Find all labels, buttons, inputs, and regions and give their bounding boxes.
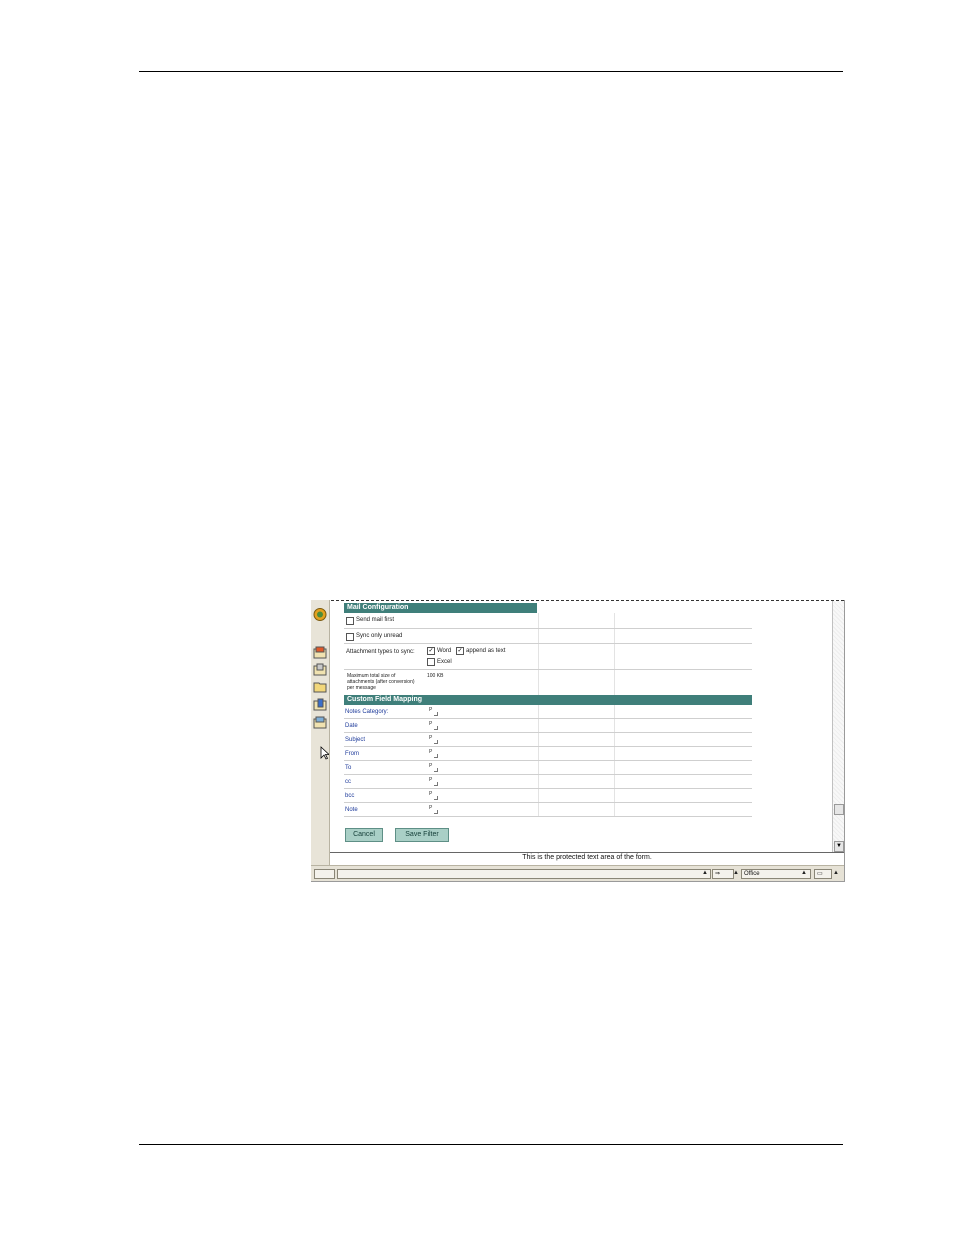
mail-caret-up-icon[interactable]: ▲ bbox=[833, 869, 839, 877]
field-input[interactable]: P bbox=[429, 707, 438, 716]
excel-checkbox[interactable] bbox=[427, 658, 435, 666]
excel-label: Excel bbox=[437, 659, 452, 665]
custom-field-mapping-header: Custom Field Mapping bbox=[344, 695, 752, 705]
bookmark-bar bbox=[311, 600, 331, 865]
cancel-button[interactable]: Cancel bbox=[345, 828, 383, 842]
status-message-area[interactable] bbox=[337, 869, 711, 879]
mail-indicator-icon[interactable]: ▭ bbox=[814, 869, 832, 879]
field-input-mark: P bbox=[429, 777, 433, 783]
bookmark-calendar-icon[interactable] bbox=[313, 663, 327, 676]
attachment-types-row: Attachment types to sync: ✓ Word ✓ appen… bbox=[344, 644, 752, 670]
status-indicator[interactable] bbox=[314, 869, 335, 879]
field-label: To bbox=[345, 765, 352, 771]
status-caret-up-icon[interactable]: ▲ bbox=[733, 869, 739, 877]
word-checkbox[interactable]: ✓ bbox=[427, 647, 435, 655]
status-bar: ▲ ⇒ ▲ Office ▲ ▭ ▲ bbox=[311, 865, 844, 881]
field-label: cc bbox=[345, 779, 351, 785]
field-label: Notes Category: bbox=[345, 709, 389, 715]
max-size-input[interactable]: 100 KB bbox=[427, 673, 443, 680]
bookmark-mail-icon[interactable] bbox=[313, 646, 327, 659]
field-input-mark: P bbox=[429, 735, 433, 741]
bookmark-address-book-icon[interactable] bbox=[313, 698, 327, 711]
field-row-notes-category: Notes Category: P bbox=[344, 705, 752, 719]
sync-only-unread-label: Sync only unread bbox=[356, 633, 403, 639]
max-size-value: 100 bbox=[427, 673, 436, 679]
location-value: Office bbox=[744, 871, 760, 877]
send-mail-first-row: Send mail first bbox=[344, 613, 752, 629]
protected-text: This is the protected text area of the f… bbox=[522, 854, 652, 861]
field-row-to: To P bbox=[344, 761, 752, 775]
bookmark-folder-icon[interactable] bbox=[313, 680, 327, 693]
field-input[interactable]: P bbox=[429, 763, 438, 772]
field-label: Subject bbox=[345, 737, 366, 743]
max-size-label: Maximum total size of attachments (after… bbox=[347, 673, 415, 691]
vertical-scrollbar[interactable]: ▼ bbox=[832, 601, 844, 852]
save-filter-button[interactable]: Save Filter bbox=[395, 828, 449, 842]
word-label: Word bbox=[437, 648, 452, 654]
field-input-mark: P bbox=[429, 763, 433, 769]
form-content: Mail Configuration Send mail first Sync … bbox=[330, 601, 832, 852]
field-label: bcc bbox=[345, 793, 355, 799]
field-row-subject: Subject P bbox=[344, 733, 752, 747]
send-mail-first-checkbox[interactable] bbox=[346, 617, 354, 625]
field-row-date: Date P bbox=[344, 719, 752, 733]
field-input-mark: P bbox=[429, 721, 433, 727]
top-rule bbox=[139, 71, 843, 72]
append-as-text-label: append as text bbox=[466, 648, 506, 654]
field-label: Note bbox=[345, 807, 358, 813]
bookmark-todo-icon[interactable] bbox=[313, 716, 327, 729]
field-input[interactable]: P bbox=[429, 721, 438, 730]
field-input[interactable]: P bbox=[429, 791, 438, 800]
field-input-mark: P bbox=[429, 749, 433, 755]
sync-only-unread-row: Sync only unread bbox=[344, 629, 752, 644]
bookmark-home-icon[interactable] bbox=[313, 608, 327, 621]
bottom-rule bbox=[139, 1144, 843, 1145]
field-input[interactable]: P bbox=[429, 735, 438, 744]
field-label: Date bbox=[345, 723, 358, 729]
notes-client-screenshot: Mail Configuration Send mail first Sync … bbox=[311, 600, 845, 882]
field-row-note: Note P bbox=[344, 803, 752, 817]
send-mail-first-label: Send mail first bbox=[356, 617, 395, 623]
field-input[interactable]: P bbox=[429, 749, 438, 758]
field-input[interactable]: P bbox=[429, 805, 438, 814]
field-input-mark: P bbox=[429, 791, 433, 797]
field-label: From bbox=[345, 751, 359, 757]
max-size-row: Maximum total size of attachments (after… bbox=[344, 670, 752, 695]
scroll-down-icon[interactable]: ▼ bbox=[834, 841, 844, 852]
append-as-text-checkbox[interactable]: ✓ bbox=[456, 647, 464, 655]
attachment-types-label: Attachment types to sync: bbox=[346, 649, 415, 655]
field-row-bcc: bcc P bbox=[344, 789, 752, 803]
field-row-from: From P bbox=[344, 747, 752, 761]
field-input[interactable]: P bbox=[429, 777, 438, 786]
field-input-mark: P bbox=[429, 805, 433, 811]
field-row-cc: cc P bbox=[344, 775, 752, 789]
status-key-icon[interactable]: ⇒ bbox=[712, 869, 734, 879]
location-caret-up-icon[interactable]: ▲ bbox=[801, 869, 807, 877]
mail-configuration-header: Mail Configuration bbox=[344, 603, 537, 613]
protected-text-area: This is the protected text area of the f… bbox=[330, 852, 844, 863]
sync-only-unread-checkbox[interactable] bbox=[346, 633, 354, 641]
field-input-mark: P bbox=[429, 707, 433, 713]
scrollbar-thumb[interactable] bbox=[834, 804, 844, 815]
status-caret-up-icon[interactable]: ▲ bbox=[702, 869, 708, 877]
max-size-unit: KB bbox=[436, 673, 444, 679]
